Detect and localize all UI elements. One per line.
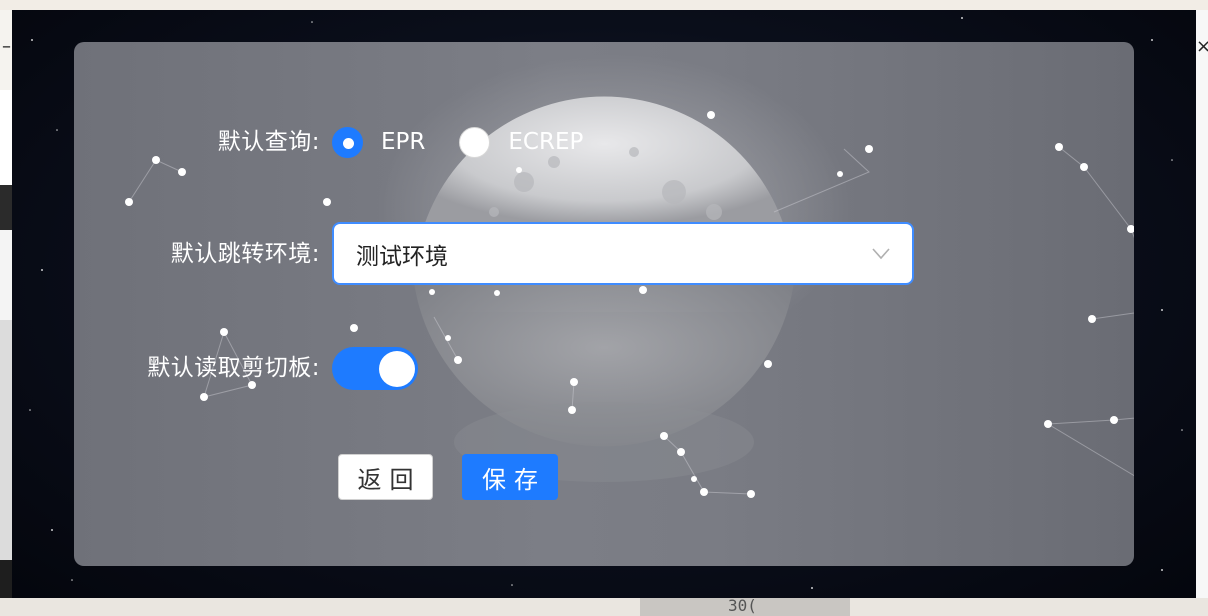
back-button[interactable]: 返回	[338, 454, 433, 500]
radio-checked-icon[interactable]	[332, 126, 363, 158]
environment-select[interactable]: 测试环境	[332, 222, 914, 285]
default-clipboard-label: 默认读取剪切板:	[147, 355, 320, 381]
radio-label-epr: EPR	[381, 129, 426, 155]
radio-label-ecrep: ECREP	[508, 129, 584, 155]
moon-illustration	[125, 96, 1134, 498]
toggle-knob	[379, 351, 415, 387]
clipboard-toggle[interactable]	[332, 347, 418, 390]
background-window-right	[1196, 10, 1208, 616]
background-window-left	[0, 90, 12, 616]
background-close-glyph[interactable]: ×	[1196, 36, 1208, 57]
background-bottom-text: 30(	[728, 596, 757, 615]
default-environment-label: 默认跳转环境:	[170, 241, 320, 267]
radio-option-epr[interactable]: EPR	[332, 126, 426, 158]
default-query-radio-group: EPR ECREP	[332, 126, 617, 158]
background-window-bottom	[0, 598, 1208, 616]
radio-option-ecrep[interactable]: ECREP	[459, 126, 584, 158]
background-minimize-glyph: –	[2, 36, 11, 57]
default-query-label: 默认查询:	[217, 129, 320, 155]
environment-select-value: 测试环境	[356, 243, 448, 270]
radio-unchecked-icon[interactable]	[459, 126, 491, 158]
chevron-down-icon[interactable]	[870, 242, 892, 264]
settings-dialog: 默认查询: EPR ECREP 默认跳转环境: 测试环境 默认读取剪切板: 返回…	[74, 42, 1134, 566]
save-button[interactable]: 保存	[462, 454, 558, 500]
